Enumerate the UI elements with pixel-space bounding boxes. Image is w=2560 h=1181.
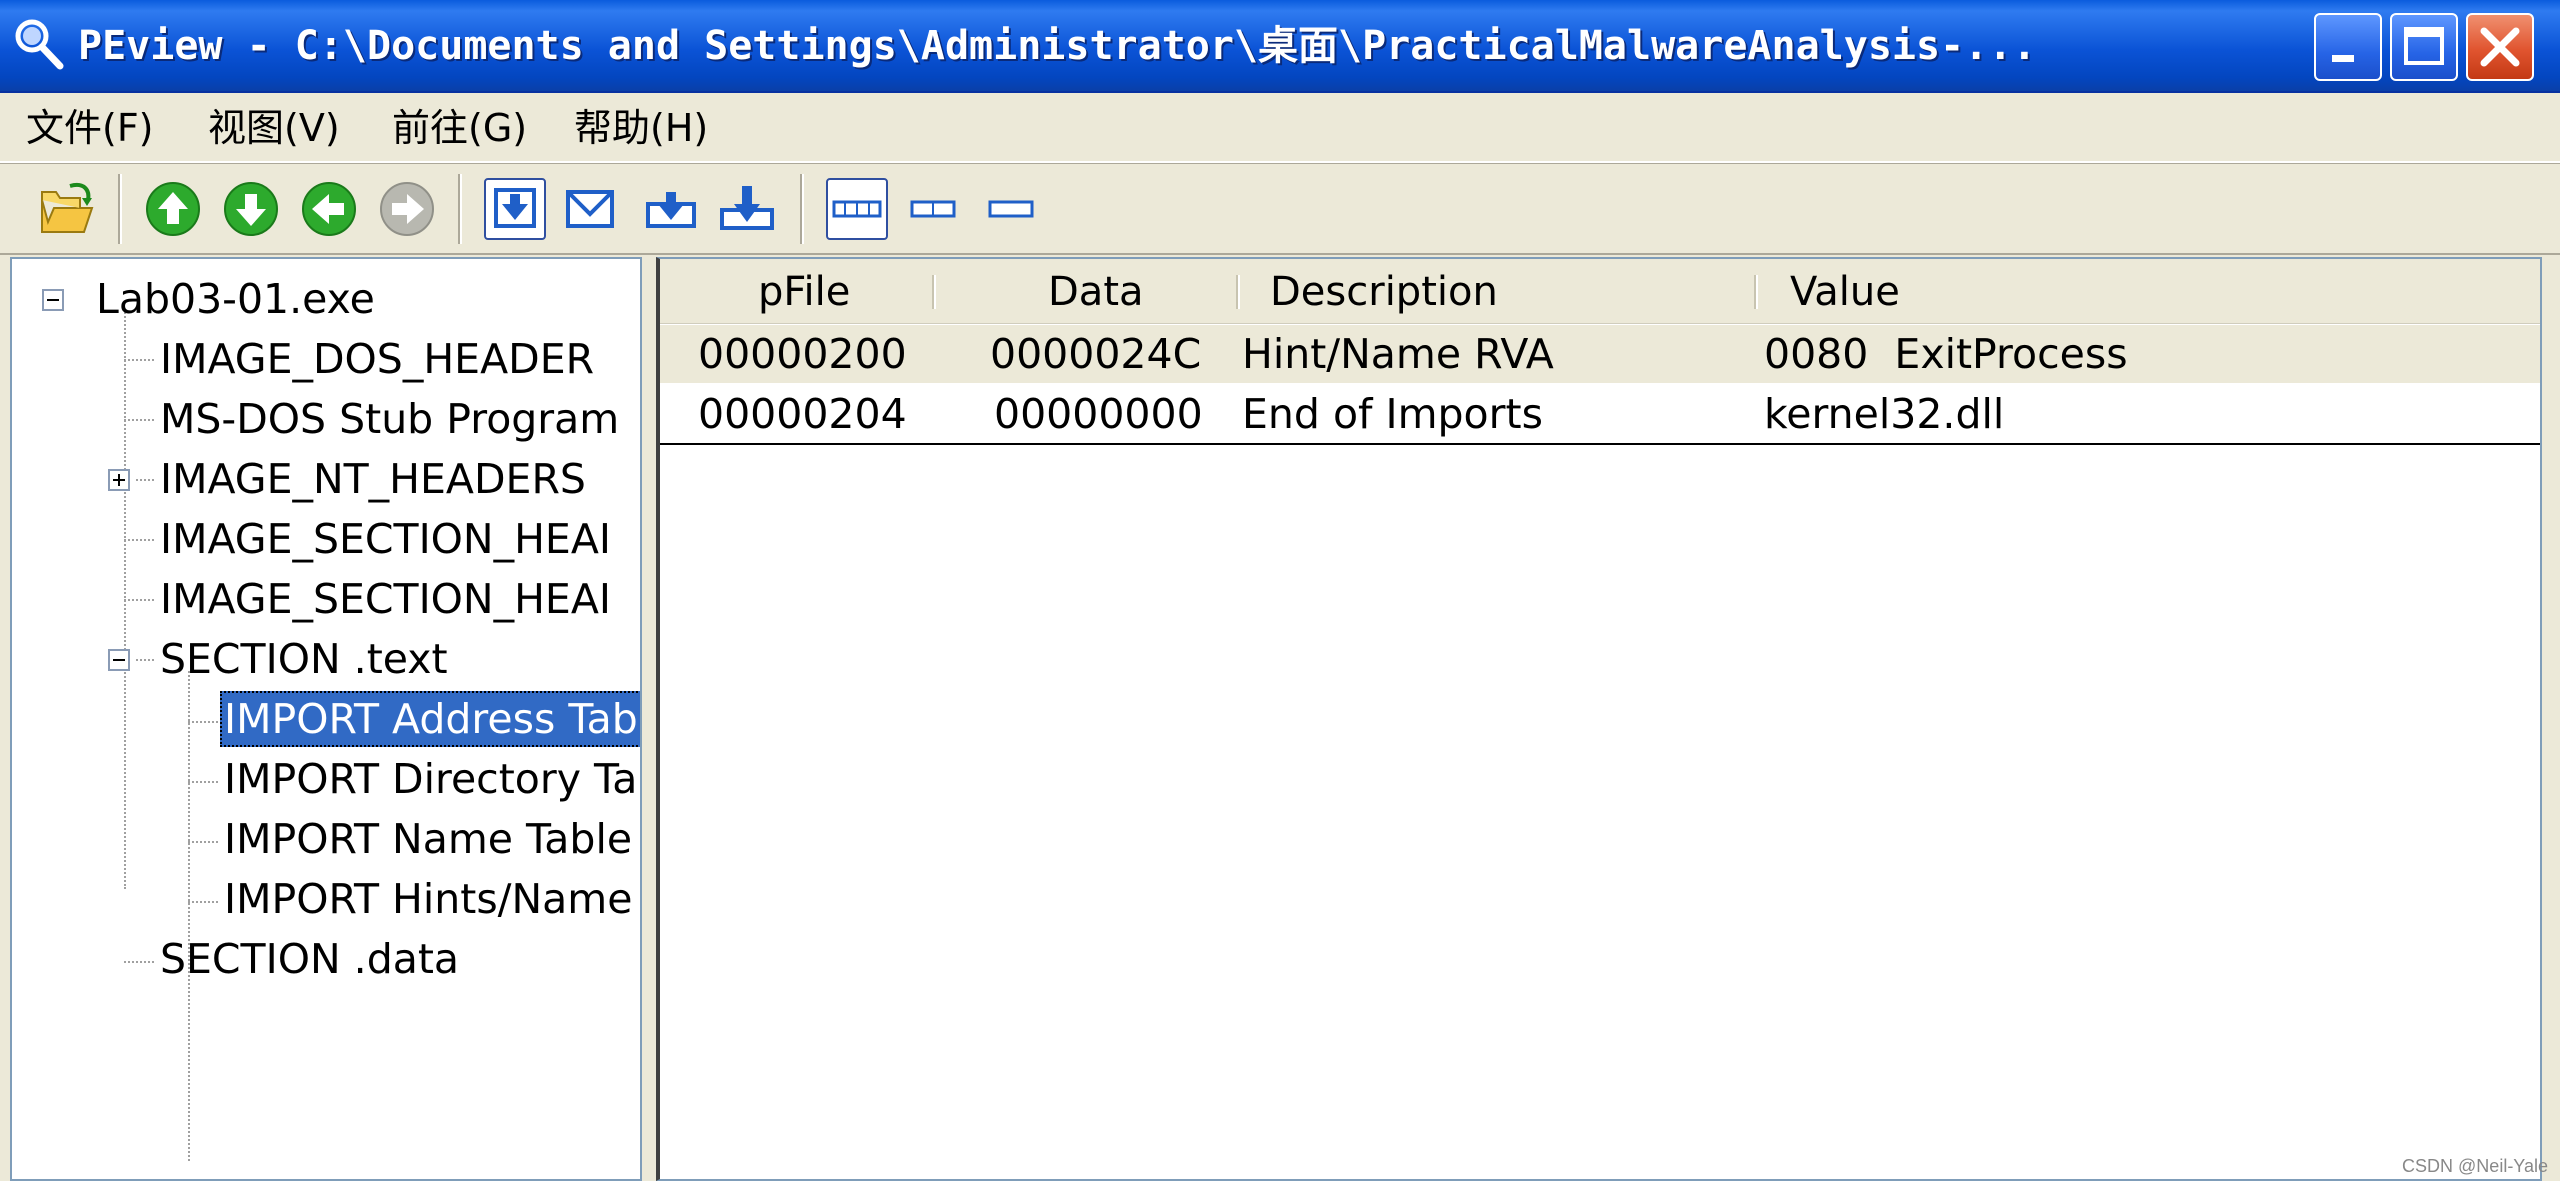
view-word-icon[interactable]: [560, 178, 622, 240]
column-header-data[interactable]: Data: [1048, 267, 1144, 317]
cell-pfile: 00000200: [698, 330, 907, 378]
tree-item-dos-stub[interactable]: MS-DOS Stub Program: [160, 391, 619, 447]
maximize-icon: [2404, 27, 2444, 65]
column-header-pfile[interactable]: pFile: [758, 267, 850, 317]
view-wide-button[interactable]: [826, 178, 888, 240]
view-byte-button[interactable]: [484, 178, 546, 240]
tree-item-import-address-table[interactable]: IMPORT Address Tab: [220, 691, 640, 747]
tree-item-section-text[interactable]: SECTION .text: [160, 631, 448, 687]
table-row[interactable]: 00000200 0000024C Hint/Name RVA 0080 Exi…: [660, 325, 2540, 383]
tree-item-nt-headers[interactable]: IMAGE_NT_HEADERS: [160, 451, 586, 507]
detail-list-view[interactable]: pFile Data Description Value 00000200 00…: [656, 257, 2542, 1181]
cell-description: End of Imports: [1242, 390, 1543, 438]
tree-item-root-file[interactable]: Lab03-01.exe: [96, 271, 375, 327]
cell-data: 0000024C: [990, 330, 1202, 378]
title-bar[interactable]: PEview - C:\Documents and Settings\Admin…: [0, 0, 2560, 93]
pane-splitter[interactable]: [642, 257, 656, 1181]
collapse-icon[interactable]: [108, 649, 130, 671]
tree-item-import-directory-table[interactable]: IMPORT Directory Ta: [224, 751, 637, 807]
menu-view[interactable]: 视图(V): [208, 103, 340, 153]
magnifier-icon: [15, 19, 64, 70]
toolbar: [0, 163, 2560, 255]
column-header-description[interactable]: Description: [1270, 267, 1498, 317]
forward-arrow-icon[interactable]: [376, 178, 438, 240]
view-qword-icon[interactable]: [716, 178, 778, 240]
open-icon[interactable]: [36, 178, 98, 240]
cell-value: 0080 ExitProcess: [1764, 330, 2128, 378]
collapse-icon[interactable]: [42, 289, 64, 311]
window-title: PEview - C:\Documents and Settings\Admin…: [78, 23, 2037, 69]
watermark: CSDN @Neil-Yale: [2402, 1156, 2548, 1176]
tree-item-section-data[interactable]: SECTION .data: [160, 931, 459, 987]
view-wide-icon: [832, 200, 882, 218]
back-arrow-icon[interactable]: [298, 178, 360, 240]
cell-description: Hint/Name RVA: [1242, 330, 1554, 378]
tree-item-import-hints-names[interactable]: IMPORT Hints/Name: [224, 871, 632, 927]
menu-help[interactable]: 帮助(H): [574, 103, 708, 153]
table-row[interactable]: 00000204 00000000 End of Imports kernel3…: [660, 385, 2540, 443]
rows-bottom-border: [660, 443, 2540, 445]
menu-file[interactable]: 文件(F): [26, 103, 154, 153]
expand-icon[interactable]: [108, 469, 130, 491]
column-header-value[interactable]: Value: [1790, 267, 1900, 317]
tree-item-section-header-2[interactable]: IMAGE_SECTION_HEAI: [160, 571, 611, 627]
cell-pfile: 00000204: [698, 390, 907, 438]
tree-item-import-name-table[interactable]: IMPORT Name Table: [224, 811, 632, 867]
cell-value: kernel32.dll: [1764, 390, 2005, 438]
maximize-button[interactable]: [2390, 13, 2458, 81]
close-button[interactable]: [2466, 13, 2534, 81]
menu-goto[interactable]: 前往(G): [392, 103, 527, 153]
view-medium-icon[interactable]: [902, 178, 964, 240]
cell-data: 00000000: [994, 390, 1203, 438]
tree-item-dos-header[interactable]: IMAGE_DOS_HEADER: [160, 331, 594, 387]
down-arrow-icon[interactable]: [220, 178, 282, 240]
column-header-row: pFile Data Description Value: [660, 259, 2540, 324]
up-arrow-icon[interactable]: [142, 178, 204, 240]
close-icon: [2480, 27, 2520, 67]
minimize-button[interactable]: [2314, 13, 2382, 81]
view-dword-icon[interactable]: [640, 178, 702, 240]
view-byte-icon: [494, 188, 536, 228]
minimize-icon: [2332, 55, 2354, 62]
menu-bar: 文件(F) 视图(V) 前往(G) 帮助(H): [0, 95, 2560, 163]
tree-view[interactable]: Lab03-01.exe IMAGE_DOS_HEADER MS-DOS Stu…: [10, 257, 642, 1181]
view-narrow-icon[interactable]: [980, 178, 1042, 240]
tree-item-section-header-1[interactable]: IMAGE_SECTION_HEAI: [160, 511, 611, 567]
